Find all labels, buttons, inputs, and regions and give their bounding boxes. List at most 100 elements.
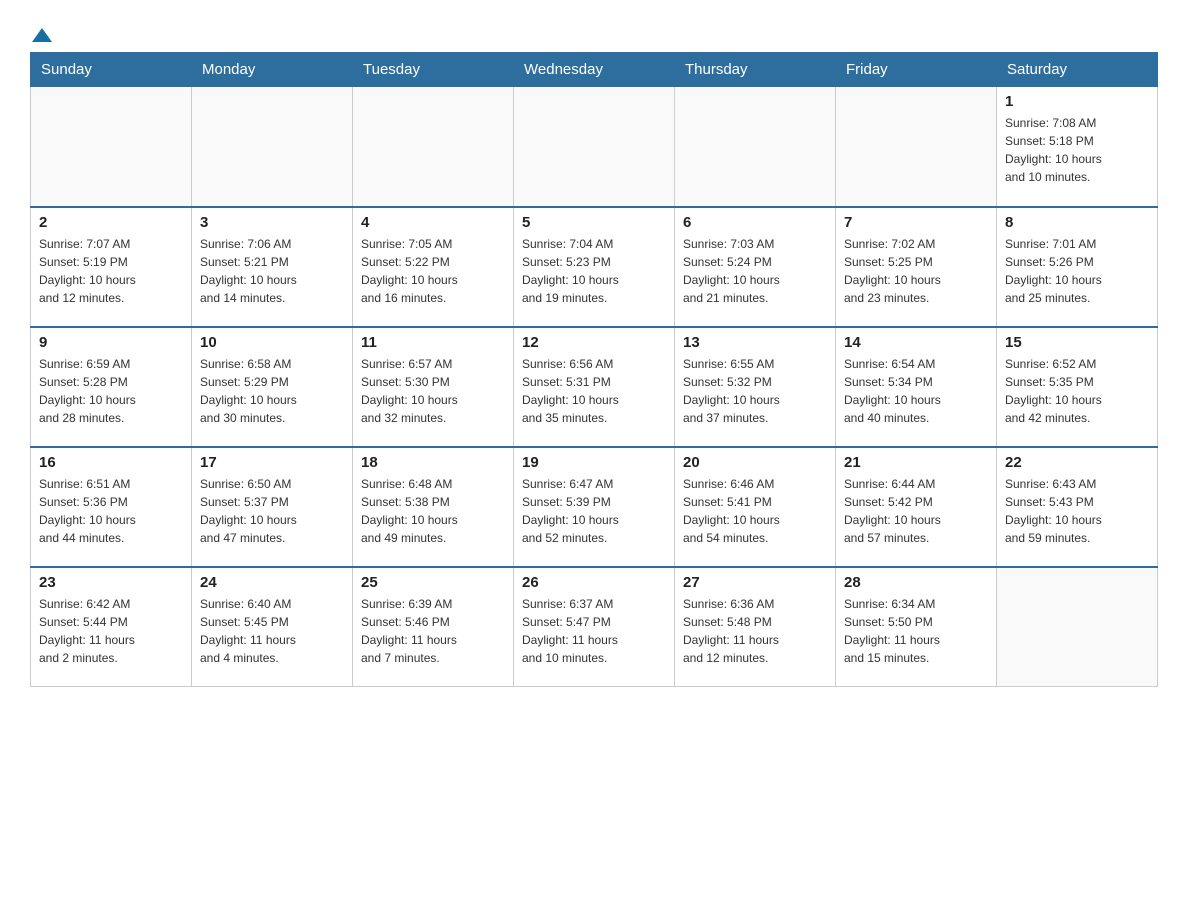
calendar-day-cell: 7 Sunrise: 7:02 AM Sunset: 5:25 PM Daylig… (836, 207, 997, 327)
calendar-week-3: 9 Sunrise: 6:59 AM Sunset: 5:28 PM Daylig… (31, 327, 1158, 447)
day-info: Sunrise: 6:40 AM Sunset: 5:45 PM Dayligh… (200, 595, 344, 667)
calendar-day-cell (353, 87, 514, 207)
day-number: 27 (683, 574, 827, 591)
day-number: 9 (39, 334, 183, 351)
logo (30, 20, 52, 42)
day-info: Sunrise: 6:48 AM Sunset: 5:38 PM Dayligh… (361, 475, 505, 547)
day-info: Sunrise: 6:58 AM Sunset: 5:29 PM Dayligh… (200, 355, 344, 427)
day-number: 10 (200, 334, 344, 351)
calendar-week-1: 1 Sunrise: 7:08 AM Sunset: 5:18 PM Daylig… (31, 87, 1158, 207)
day-info: Sunrise: 6:37 AM Sunset: 5:47 PM Dayligh… (522, 595, 666, 667)
day-number: 13 (683, 334, 827, 351)
day-number: 11 (361, 334, 505, 351)
day-number: 17 (200, 454, 344, 471)
header-sunday: Sunday (31, 53, 192, 87)
day-number: 20 (683, 454, 827, 471)
calendar-day-cell: 24 Sunrise: 6:40 AM Sunset: 5:45 PM Dayli… (192, 567, 353, 687)
day-number: 22 (1005, 454, 1149, 471)
day-info: Sunrise: 6:57 AM Sunset: 5:30 PM Dayligh… (361, 355, 505, 427)
calendar-day-cell: 26 Sunrise: 6:37 AM Sunset: 5:47 PM Dayli… (514, 567, 675, 687)
page-header (30, 20, 1158, 42)
calendar-day-cell: 5 Sunrise: 7:04 AM Sunset: 5:23 PM Daylig… (514, 207, 675, 327)
day-info: Sunrise: 7:08 AM Sunset: 5:18 PM Dayligh… (1005, 114, 1149, 186)
day-number: 25 (361, 574, 505, 591)
day-info: Sunrise: 6:55 AM Sunset: 5:32 PM Dayligh… (683, 355, 827, 427)
day-number: 4 (361, 214, 505, 231)
day-number: 28 (844, 574, 988, 591)
calendar-week-4: 16 Sunrise: 6:51 AM Sunset: 5:36 PM Dayli… (31, 447, 1158, 567)
calendar-day-cell (675, 87, 836, 207)
day-number: 1 (1005, 93, 1149, 110)
calendar-table: SundayMondayTuesdayWednesdayThursdayFrid… (30, 52, 1158, 687)
calendar-day-cell: 17Sunrise: 6:50 AM Sunset: 5:37 PM Dayli… (192, 447, 353, 567)
calendar-day-cell: 18Sunrise: 6:48 AM Sunset: 5:38 PM Dayli… (353, 447, 514, 567)
calendar-day-cell: 27 Sunrise: 6:36 AM Sunset: 5:48 PM Dayli… (675, 567, 836, 687)
calendar-day-cell: 9 Sunrise: 6:59 AM Sunset: 5:28 PM Daylig… (31, 327, 192, 447)
day-info: Sunrise: 7:06 AM Sunset: 5:21 PM Dayligh… (200, 235, 344, 307)
day-info: Sunrise: 6:54 AM Sunset: 5:34 PM Dayligh… (844, 355, 988, 427)
calendar-day-cell: 2 Sunrise: 7:07 AM Sunset: 5:19 PM Daylig… (31, 207, 192, 327)
calendar-day-cell: 13 Sunrise: 6:55 AM Sunset: 5:32 PM Dayli… (675, 327, 836, 447)
day-info: Sunrise: 6:36 AM Sunset: 5:48 PM Dayligh… (683, 595, 827, 667)
calendar-day-cell (997, 567, 1158, 687)
calendar-day-cell: 15 Sunrise: 6:52 AM Sunset: 5:35 PM Dayli… (997, 327, 1158, 447)
calendar-day-cell: 14 Sunrise: 6:54 AM Sunset: 5:34 PM Dayli… (836, 327, 997, 447)
day-number: 21 (844, 454, 988, 471)
header-friday: Friday (836, 53, 997, 87)
day-info: Sunrise: 6:52 AM Sunset: 5:35 PM Dayligh… (1005, 355, 1149, 427)
day-number: 8 (1005, 214, 1149, 231)
day-info: Sunrise: 6:39 AM Sunset: 5:46 PM Dayligh… (361, 595, 505, 667)
day-number: 5 (522, 214, 666, 231)
calendar-day-cell: 23 Sunrise: 6:42 AM Sunset: 5:44 PM Dayli… (31, 567, 192, 687)
calendar-day-cell: 19 Sunrise: 6:47 AM Sunset: 5:39 PM Dayli… (514, 447, 675, 567)
day-number: 7 (844, 214, 988, 231)
header-tuesday: Tuesday (353, 53, 514, 87)
day-number: 19 (522, 454, 666, 471)
day-number: 3 (200, 214, 344, 231)
weekday-header-row: SundayMondayTuesdayWednesdayThursdayFrid… (31, 53, 1158, 87)
calendar-day-cell: 20 Sunrise: 6:46 AM Sunset: 5:41 PM Dayli… (675, 447, 836, 567)
day-info: Sunrise: 6:47 AM Sunset: 5:39 PM Dayligh… (522, 475, 666, 547)
calendar-day-cell (514, 87, 675, 207)
day-info: Sunrise: 6:46 AM Sunset: 5:41 PM Dayligh… (683, 475, 827, 547)
day-info: Sunrise: 7:05 AM Sunset: 5:22 PM Dayligh… (361, 235, 505, 307)
calendar-day-cell: 16 Sunrise: 6:51 AM Sunset: 5:36 PM Dayli… (31, 447, 192, 567)
calendar-day-cell: 22 Sunrise: 6:43 AM Sunset: 5:43 PM Dayli… (997, 447, 1158, 567)
day-number: 2 (39, 214, 183, 231)
header-wednesday: Wednesday (514, 53, 675, 87)
day-info: Sunrise: 7:02 AM Sunset: 5:25 PM Dayligh… (844, 235, 988, 307)
header-saturday: Saturday (997, 53, 1158, 87)
calendar-week-2: 2 Sunrise: 7:07 AM Sunset: 5:19 PM Daylig… (31, 207, 1158, 327)
day-number: 15 (1005, 334, 1149, 351)
calendar-day-cell: 25 Sunrise: 6:39 AM Sunset: 5:46 PM Dayli… (353, 567, 514, 687)
day-number: 6 (683, 214, 827, 231)
calendar-day-cell: 11 Sunrise: 6:57 AM Sunset: 5:30 PM Dayli… (353, 327, 514, 447)
day-number: 14 (844, 334, 988, 351)
day-info: Sunrise: 7:07 AM Sunset: 5:19 PM Dayligh… (39, 235, 183, 307)
day-info: Sunrise: 7:01 AM Sunset: 5:26 PM Dayligh… (1005, 235, 1149, 307)
calendar-day-cell: 3 Sunrise: 7:06 AM Sunset: 5:21 PM Daylig… (192, 207, 353, 327)
calendar-week-5: 23 Sunrise: 6:42 AM Sunset: 5:44 PM Dayli… (31, 567, 1158, 687)
day-info: Sunrise: 6:43 AM Sunset: 5:43 PM Dayligh… (1005, 475, 1149, 547)
day-info: Sunrise: 6:42 AM Sunset: 5:44 PM Dayligh… (39, 595, 183, 667)
day-info: Sunrise: 6:59 AM Sunset: 5:28 PM Dayligh… (39, 355, 183, 427)
day-info: Sunrise: 6:51 AM Sunset: 5:36 PM Dayligh… (39, 475, 183, 547)
day-info: Sunrise: 6:56 AM Sunset: 5:31 PM Dayligh… (522, 355, 666, 427)
calendar-day-cell: 28Sunrise: 6:34 AM Sunset: 5:50 PM Dayli… (836, 567, 997, 687)
calendar-day-cell (31, 87, 192, 207)
day-number: 16 (39, 454, 183, 471)
day-info: Sunrise: 6:44 AM Sunset: 5:42 PM Dayligh… (844, 475, 988, 547)
day-number: 26 (522, 574, 666, 591)
calendar-day-cell: 4 Sunrise: 7:05 AM Sunset: 5:22 PM Daylig… (353, 207, 514, 327)
day-info: Sunrise: 7:04 AM Sunset: 5:23 PM Dayligh… (522, 235, 666, 307)
day-number: 24 (200, 574, 344, 591)
day-info: Sunrise: 7:03 AM Sunset: 5:24 PM Dayligh… (683, 235, 827, 307)
calendar-day-cell (192, 87, 353, 207)
calendar-day-cell: 1 Sunrise: 7:08 AM Sunset: 5:18 PM Daylig… (997, 87, 1158, 207)
logo-triangle-icon (32, 28, 52, 42)
day-number: 12 (522, 334, 666, 351)
day-number: 23 (39, 574, 183, 591)
calendar-day-cell: 21 Sunrise: 6:44 AM Sunset: 5:42 PM Dayli… (836, 447, 997, 567)
header-thursday: Thursday (675, 53, 836, 87)
calendar-day-cell: 12 Sunrise: 6:56 AM Sunset: 5:31 PM Dayli… (514, 327, 675, 447)
